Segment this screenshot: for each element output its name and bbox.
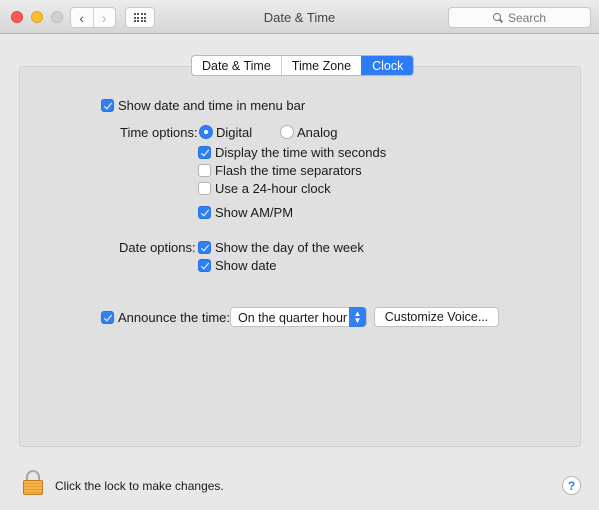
analog-label: Analog bbox=[297, 125, 338, 140]
show-date-label: Show date bbox=[215, 258, 277, 273]
show-date-checkbox[interactable] bbox=[198, 259, 211, 272]
search-field[interactable]: Search bbox=[448, 7, 591, 28]
announce-time-checkbox[interactable] bbox=[101, 311, 114, 324]
tab-bar: Date & Time Time Zone Clock bbox=[191, 55, 415, 76]
flash-separators-checkbox[interactable] bbox=[198, 164, 211, 177]
time-options-label: Time options: bbox=[120, 125, 198, 140]
analog-radio[interactable] bbox=[280, 125, 294, 139]
updown-chevron-icon: ▲ ▼ bbox=[349, 307, 366, 327]
digital-label: Digital bbox=[216, 125, 253, 140]
display-seconds-label: Display the time with seconds bbox=[215, 145, 387, 160]
search-icon bbox=[492, 12, 503, 23]
title-bar: ‹ › Date & Time Search bbox=[0, 0, 599, 34]
announce-time-label: Announce the time: bbox=[118, 310, 231, 325]
digital-radio[interactable] bbox=[199, 125, 213, 139]
lock-icon[interactable] bbox=[22, 470, 44, 496]
flash-separators-label: Flash the time separators bbox=[215, 163, 362, 178]
show-day-of-week-label: Show the day of the week bbox=[215, 240, 364, 255]
help-button[interactable]: ? bbox=[562, 476, 581, 495]
search-placeholder: Search bbox=[507, 10, 547, 25]
show-in-menu-bar-label: Show date and time in menu bar bbox=[118, 98, 306, 113]
show-day-of-week-checkbox[interactable] bbox=[198, 241, 211, 254]
show-am-pm-checkbox[interactable] bbox=[198, 206, 211, 219]
announce-interval-select[interactable]: On the quarter hour ▲ ▼ bbox=[230, 307, 367, 327]
24-hour-clock-label: Use a 24-hour clock bbox=[215, 181, 331, 196]
tab-time-zone[interactable]: Time Zone bbox=[280, 56, 361, 75]
24-hour-clock-checkbox[interactable] bbox=[198, 182, 211, 195]
customize-voice-button[interactable]: Customize Voice... bbox=[374, 307, 499, 327]
display-seconds-checkbox[interactable] bbox=[198, 146, 211, 159]
date-options-label: Date options: bbox=[119, 240, 196, 255]
tab-date-time[interactable]: Date & Time bbox=[192, 56, 281, 75]
announce-interval-value: On the quarter hour bbox=[238, 311, 348, 325]
clock-panel bbox=[19, 66, 581, 447]
tab-clock[interactable]: Clock bbox=[361, 56, 414, 75]
lock-message: Click the lock to make changes. bbox=[55, 479, 224, 493]
show-in-menu-bar-checkbox[interactable] bbox=[101, 99, 114, 112]
show-am-pm-label: Show AM/PM bbox=[215, 205, 294, 220]
